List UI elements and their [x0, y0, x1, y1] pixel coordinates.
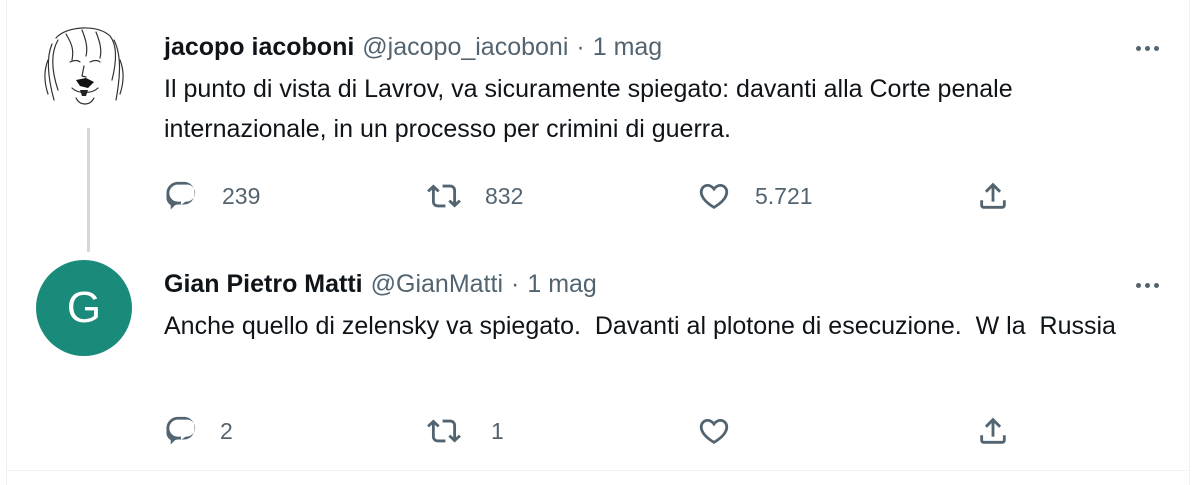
- reply-button[interactable]: 239: [164, 176, 260, 216]
- tweet-content: Gian Pietro Matti @GianMatti · 1 mag Anc…: [164, 265, 1159, 445]
- bottom-divider: [7, 470, 1189, 471]
- avatar[interactable]: [36, 20, 132, 116]
- retweet-button[interactable]: 1: [427, 411, 504, 451]
- retweet-icon: [427, 184, 461, 208]
- reply-button[interactable]: 2: [164, 411, 233, 451]
- share-icon: [980, 417, 1006, 444]
- avatar-illustration: [36, 20, 132, 116]
- like-count: 5.721: [755, 182, 813, 209]
- retweet-icon: [427, 419, 461, 443]
- avatar[interactable]: G: [36, 260, 132, 356]
- reply-count: 239: [222, 182, 261, 209]
- timestamp[interactable]: 1 mag: [527, 265, 596, 303]
- tweet[interactable]: jacopo iacoboni @jacopo_iacoboni · 1 mag…: [7, 0, 1189, 248]
- tweet-text: Il punto di vista di Lavrov, va sicurame…: [164, 75, 1020, 143]
- heart-icon: [699, 418, 729, 444]
- timestamp[interactable]: 1 mag: [593, 28, 662, 66]
- display-name[interactable]: jacopo iacoboni: [164, 28, 354, 66]
- like-button[interactable]: 5.721: [697, 176, 813, 216]
- tweet-actions: 2 1: [164, 411, 1024, 451]
- retweet-button[interactable]: 832: [427, 176, 523, 216]
- more-icon[interactable]: [1119, 275, 1159, 295]
- reply-icon: [166, 181, 196, 210]
- avatar-letter: G: [66, 283, 102, 332]
- tweet-actions: 239 832 5.721: [164, 176, 1024, 216]
- display-name[interactable]: Gian Pietro Matti: [164, 265, 363, 303]
- tweet-header: jacopo iacoboni @jacopo_iacoboni · 1 mag: [164, 28, 1159, 66]
- share-icon: [980, 182, 1006, 209]
- tweet-header: Gian Pietro Matti @GianMatti · 1 mag: [164, 265, 1159, 303]
- more-icon[interactable]: [1119, 38, 1159, 58]
- tweet[interactable]: G Gian Pietro Matti @GianMatti · 1 mag A…: [7, 248, 1189, 470]
- user-handle[interactable]: @jacopo_iacoboni: [362, 28, 568, 66]
- heart-icon: [699, 183, 729, 209]
- retweet-count: 1: [491, 417, 504, 444]
- share-button[interactable]: [976, 411, 1010, 451]
- user-handle[interactable]: @GianMatti: [371, 265, 503, 303]
- share-button[interactable]: [976, 176, 1010, 216]
- header-separator: ·: [511, 270, 520, 298]
- tweet-text: Anche quello di zelensky va spiegato. Da…: [164, 312, 1116, 340]
- like-button[interactable]: [697, 411, 731, 451]
- header-separator: ·: [576, 33, 585, 61]
- reply-icon: [166, 416, 196, 445]
- conversation-thread: jacopo iacoboni @jacopo_iacoboni · 1 mag…: [6, 0, 1190, 485]
- retweet-count: 832: [485, 182, 524, 209]
- reply-count: 2: [220, 417, 233, 444]
- tweet-content: jacopo iacoboni @jacopo_iacoboni · 1 mag…: [164, 28, 1159, 210]
